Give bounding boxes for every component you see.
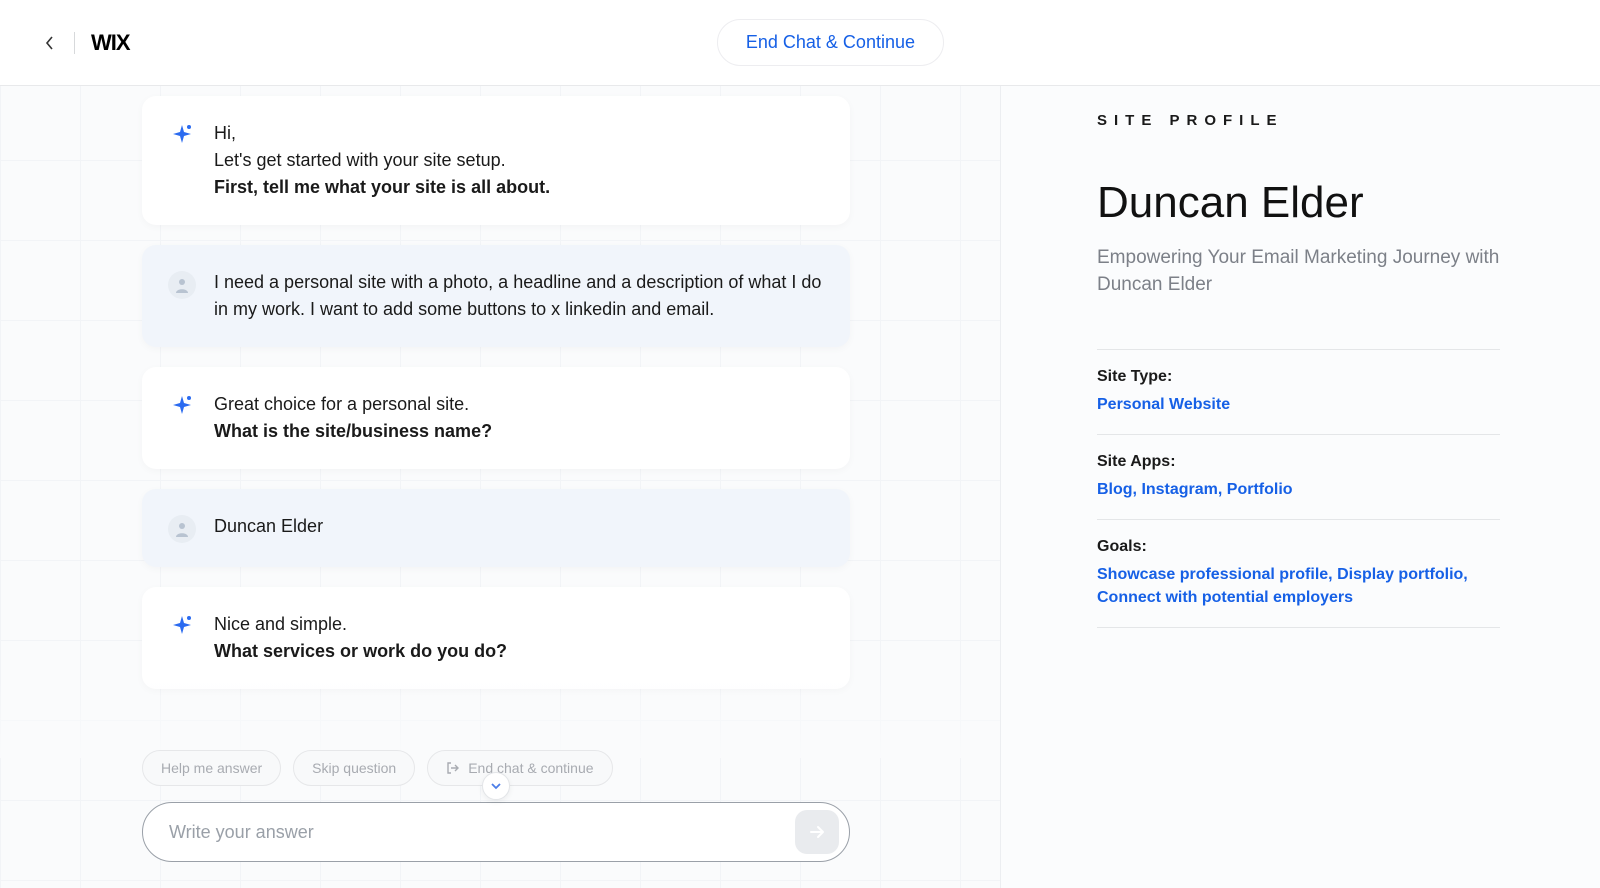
end-chat-continue-button[interactable]: End Chat & Continue <box>717 19 944 66</box>
chat-input-area: Help me answer Skip question End chat & … <box>142 750 850 862</box>
ai-message: Nice and simple. What services or work d… <box>142 587 850 689</box>
user-avatar-icon <box>168 271 196 299</box>
wix-logo: WIX <box>91 30 130 56</box>
header-divider <box>74 32 75 54</box>
profile-title: Duncan Elder <box>1097 179 1500 227</box>
chat-input[interactable] <box>169 822 795 843</box>
arrow-right-icon <box>808 823 826 841</box>
message-text: Great choice for a personal site. What i… <box>214 391 824 445</box>
message-text: Nice and simple. What services or work d… <box>214 611 824 665</box>
ai-message: Hi, Let's get started with your site set… <box>142 96 850 225</box>
end-chat-pill-button[interactable]: End chat & continue <box>427 750 612 786</box>
skip-question-button[interactable]: Skip question <box>293 750 415 786</box>
field-value[interactable]: Blog, Instagram, Portfolio <box>1097 479 1500 501</box>
back-button[interactable] <box>36 29 64 57</box>
quick-actions-row: Help me answer Skip question End chat & … <box>142 750 850 786</box>
sparkle-icon <box>168 613 196 641</box>
field-value[interactable]: Personal Website <box>1097 394 1500 416</box>
send-button[interactable] <box>795 810 839 854</box>
message-text: Duncan Elder <box>214 513 824 543</box>
collapse-suggestions-button[interactable] <box>482 772 510 800</box>
message-text: Hi, Let's get started with your site set… <box>214 120 824 201</box>
chat-input-wrapper <box>142 802 850 862</box>
profile-field-goals: Goals: Showcase professional profile, Di… <box>1097 519 1500 628</box>
user-avatar-icon <box>168 515 196 543</box>
field-label: Site Apps: <box>1097 453 1500 471</box>
sparkle-icon <box>168 122 196 150</box>
chat-panel: Hi, Let's get started with your site set… <box>0 86 1000 888</box>
ai-message: Great choice for a personal site. What i… <box>142 367 850 469</box>
exit-icon <box>446 761 460 775</box>
sparkle-icon <box>168 393 196 421</box>
help-me-answer-button[interactable]: Help me answer <box>142 750 281 786</box>
profile-field-site-type: Site Type: Personal Website <box>1097 349 1500 434</box>
user-message: I need a personal site with a photo, a h… <box>142 245 850 347</box>
field-value[interactable]: Showcase professional profile, Display p… <box>1097 564 1500 609</box>
site-profile-panel: SITE PROFILE Duncan Elder Empowering You… <box>1000 86 1600 888</box>
user-message: Duncan Elder <box>142 489 850 567</box>
profile-section-label: SITE PROFILE <box>1097 112 1500 129</box>
profile-subtitle: Empowering Your Email Marketing Journey … <box>1097 245 1500 298</box>
message-text: I need a personal site with a photo, a h… <box>214 269 824 323</box>
app-header: WIX End Chat & Continue <box>0 0 1600 86</box>
chevron-down-icon <box>490 782 502 790</box>
field-label: Goals: <box>1097 538 1500 556</box>
field-label: Site Type: <box>1097 368 1500 386</box>
profile-field-site-apps: Site Apps: Blog, Instagram, Portfolio <box>1097 434 1500 519</box>
